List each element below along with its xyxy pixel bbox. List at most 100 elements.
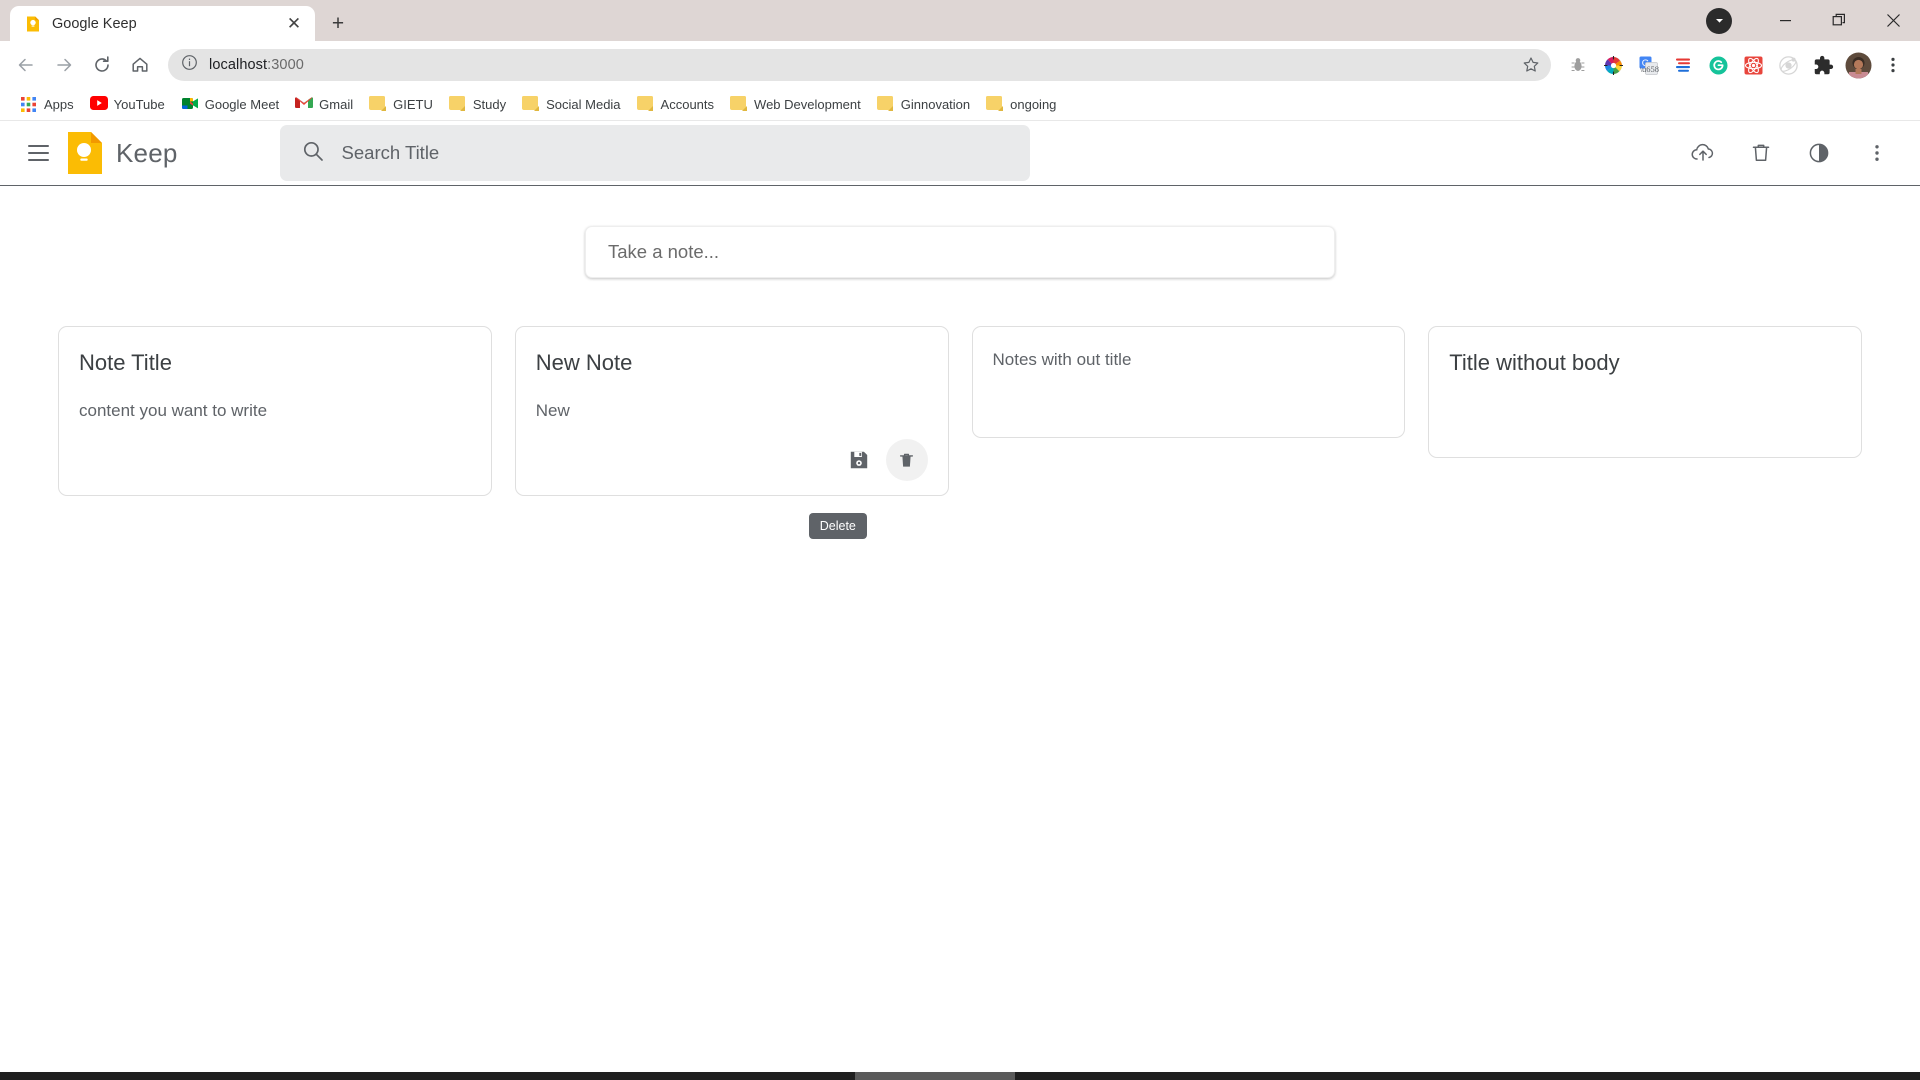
hamburger-menu-icon[interactable] (18, 133, 58, 173)
keep-favicon-icon (24, 15, 42, 33)
svg-text:\u6587: \u6587 (1639, 64, 1658, 74)
app-header: Keep Search Title (0, 121, 1920, 186)
site-info-icon[interactable] (181, 54, 198, 76)
address-bar-url: localhost:3000 (209, 57, 304, 73)
address-bar[interactable]: localhost:3000 (168, 49, 1551, 81)
bookmark-social-media[interactable]: Social Media (514, 92, 628, 118)
note-title: Title without body (1449, 350, 1620, 375)
folder-icon (730, 96, 747, 113)
bookmark-ginnovation[interactable]: Ginnovation (869, 92, 978, 118)
keep-logo-icon (68, 132, 102, 174)
tab-strip: Google Keep ✕ + (0, 0, 1920, 41)
forward-arrow-icon[interactable] (46, 47, 82, 83)
bookmark-ongoing[interactable]: ongoing (978, 92, 1064, 118)
os-taskbar (0, 1072, 1920, 1080)
note-body: Notes with out title (992, 350, 1132, 369)
bug-icon[interactable] (1561, 48, 1595, 82)
take-a-note-input[interactable]: Take a note... (585, 226, 1335, 278)
note-card[interactable]: Title without body (1428, 326, 1862, 458)
note-title: New Note (535, 350, 633, 375)
note-card[interactable]: Note Title content you want to write (58, 326, 492, 496)
tab-title: Google Keep (52, 15, 137, 32)
chevron-down-icon[interactable] (1706, 7, 1732, 34)
minimize-icon[interactable] (1758, 0, 1812, 41)
taskbar-indicator (855, 1072, 1015, 1080)
bookmark-label: Web Development (754, 97, 861, 112)
reload-icon[interactable] (84, 47, 120, 83)
ionic-icon[interactable] (1771, 48, 1805, 82)
restore-icon[interactable] (1812, 0, 1866, 41)
bookmark-label: ongoing (1010, 97, 1057, 112)
bookmark-web-development[interactable]: Web Development (722, 92, 869, 118)
bookmark-label: Apps (44, 97, 74, 112)
color-wheel-icon[interactable] (1596, 48, 1630, 82)
stripes-icon[interactable] (1666, 48, 1700, 82)
contrast-icon[interactable] (1804, 138, 1834, 168)
app-brand-name: Keep (116, 137, 178, 168)
search-icon (302, 140, 324, 167)
folder-icon (986, 96, 1003, 113)
cloud-upload-icon[interactable] (1688, 138, 1718, 168)
youtube-icon (89, 96, 108, 113)
delete-tooltip: Delete (808, 513, 867, 539)
new-tab-button[interactable]: + (323, 8, 353, 38)
google-translate-icon[interactable]: G \u6587 (1631, 48, 1665, 82)
note-actions (536, 423, 928, 481)
bookmark-label: YouTube (113, 97, 165, 112)
folder-icon (369, 96, 386, 113)
search-input[interactable]: Search Title (279, 125, 1030, 181)
url-port: :3000 (267, 57, 304, 73)
bookmark-label: Accounts (660, 97, 715, 112)
save-floppy-icon[interactable] (838, 439, 880, 481)
bookmark-gietu[interactable]: GIETU (361, 92, 441, 118)
bookmark-gmail[interactable]: Gmail (287, 92, 361, 118)
apps-grid-icon (20, 96, 37, 113)
back-arrow-icon[interactable] (8, 47, 44, 83)
bookmark-study[interactable]: Study (441, 92, 514, 118)
bookmark-google-meet[interactable]: Google Meet (173, 92, 287, 118)
delete-note-icon[interactable] (885, 439, 928, 481)
bookmark-label: Google Meet (204, 97, 280, 112)
puzzle-icon[interactable] (1806, 48, 1840, 82)
tab-close-icon[interactable]: ✕ (283, 13, 305, 35)
bookmarks-bar: Apps YouTube Google Meet Gmail GIETU Stu… (0, 89, 1920, 121)
url-host: localhost (209, 57, 268, 73)
react-devtools-icon[interactable] (1736, 48, 1770, 82)
grammarly-icon[interactable] (1701, 48, 1735, 82)
take-a-note-placeholder: Take a note... (608, 241, 720, 262)
kebab-menu-icon[interactable] (1876, 48, 1910, 82)
bookmark-label: GIETU (393, 97, 433, 112)
note-body: content you want to write (79, 400, 268, 420)
bookmark-apps[interactable]: Apps (12, 92, 82, 118)
folder-icon (876, 96, 894, 113)
trash-icon[interactable] (1746, 138, 1776, 168)
note-title: Note Title (79, 350, 172, 375)
note-card[interactable]: Notes with out title (971, 326, 1406, 438)
close-icon[interactable] (1866, 0, 1920, 41)
browser-window: Google Keep ✕ + localhost:3000 \u658 App… (0, 0, 1920, 1080)
bookmark-star-icon[interactable] (1516, 50, 1546, 80)
browser-tab-google-keep[interactable]: Google Keep ✕ (10, 6, 315, 41)
home-icon[interactable] (122, 47, 158, 83)
bookmark-youtube[interactable]: YouTube (82, 92, 173, 118)
avatar-icon[interactable] (1841, 48, 1875, 82)
folder-icon (522, 96, 539, 113)
extensions-toolbar: G \u6587 (1557, 48, 1910, 82)
gmail-icon (295, 96, 314, 113)
note-card[interactable]: New Note New Delete (514, 326, 949, 539)
navigation-toolbar: localhost:3000 \u658 (0, 41, 1920, 89)
bookmark-label: Study (472, 97, 507, 112)
note-body: New (535, 400, 570, 420)
app-body: Take a note... Note Title content you wa… (0, 186, 1920, 539)
bookmark-accounts[interactable]: Accounts (629, 92, 722, 118)
bookmark-label: Gmail (319, 97, 354, 112)
compose-area: Take a note... (0, 186, 1920, 278)
bookmark-label: Social Media (546, 97, 621, 112)
kebab-menu-icon[interactable] (1862, 138, 1892, 168)
keep-app: Keep Search Title Take a note... Note Ti… (0, 121, 1920, 1079)
header-actions (1688, 138, 1898, 168)
folder-icon (636, 96, 654, 113)
search-placeholder: Search Title (341, 142, 440, 163)
google-meet-icon (181, 96, 198, 113)
notes-grid: Note Title content you want to write New… (0, 278, 1920, 539)
